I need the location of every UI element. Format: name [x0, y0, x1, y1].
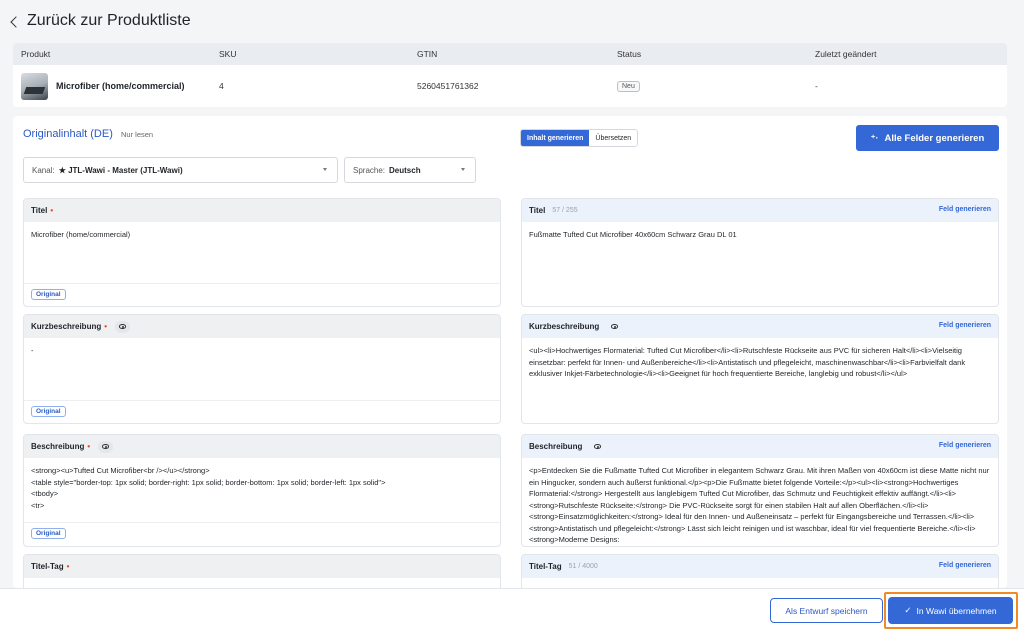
chevron-left-icon	[10, 15, 22, 28]
field-label: Beschreibung	[529, 442, 583, 451]
chevron-down-icon	[323, 168, 327, 171]
generate-field-button[interactable]: Feld generieren	[939, 322, 991, 329]
original-field-title: Titel • Microfiber (home/commercial) Orig…	[23, 198, 501, 307]
eye-icon[interactable]	[607, 321, 622, 333]
save-draft-button[interactable]: Als Entwurf speichern	[770, 598, 883, 623]
product-summary-table: Produkt SKU GTIN Status Zuletzt geändert…	[13, 43, 1007, 107]
gtin-value: 5260451761362	[417, 81, 479, 91]
field-label: Kurzbeschreibung	[529, 322, 600, 331]
readonly-label: Nur lesen	[121, 130, 154, 139]
page-title: Zurück zur Produktliste	[27, 12, 191, 29]
mode-switch: Inhalt generieren Übersetzen	[520, 129, 639, 147]
generated-field-title[interactable]: Titel 57 / 255 Feld generieren Fußmatte T…	[521, 198, 999, 307]
required-marker: •	[104, 322, 108, 331]
original-badge: Original	[31, 289, 66, 300]
char-count: 57 / 255	[552, 207, 578, 214]
field-value[interactable]: Fußmatte Tufted Cut Microfiber 40x60cm S…	[522, 222, 998, 248]
chevron-down-icon	[461, 168, 465, 171]
generated-field-short-description[interactable]: Kurzbeschreibung Feld generieren <ul><li…	[521, 314, 999, 424]
generate-all-label: Alle Felder generieren	[884, 132, 985, 144]
eye-icon[interactable]	[590, 441, 605, 453]
tab-translate[interactable]: Übersetzen	[589, 130, 638, 146]
field-label: Titel	[31, 206, 48, 215]
original-field-short-description: Kurzbeschreibung • - Original	[23, 314, 501, 424]
required-marker: •	[50, 206, 54, 215]
generate-field-button[interactable]: Feld generieren	[939, 562, 991, 569]
column-header: Produkt	[21, 49, 51, 59]
product-name: Microfiber (home/commercial)	[56, 81, 185, 91]
language-select[interactable]: Sprache: Deutsch	[344, 157, 476, 183]
field-value: Microfiber (home/commercial)	[31, 230, 131, 239]
field-value[interactable]: <ul><li>Hochwertiges Flormaterial: Tufte…	[522, 338, 998, 387]
generate-all-fields-button[interactable]: ⁺· Alle Felder generieren	[856, 125, 999, 151]
action-footer: Als Entwurf speichern ✓ In Wawi übernehm…	[0, 588, 1024, 629]
column-header: Status	[617, 49, 642, 59]
column-header: GTIN	[417, 49, 438, 59]
last-changed-value: -	[815, 81, 818, 91]
divider	[24, 400, 500, 401]
original-field-description: Beschreibung • <strong><u>Tufted Cut Micr…	[23, 434, 501, 547]
column-header: Zuletzt geändert	[815, 49, 877, 59]
table-row: Microfiber (home/commercial) 4 526045176…	[13, 65, 1007, 107]
apply-label: In Wawi übernehmen	[916, 605, 997, 616]
apply-to-wawi-button[interactable]: ✓ In Wawi übernehmen	[888, 597, 1013, 624]
eye-icon[interactable]	[115, 320, 131, 333]
divider	[24, 522, 500, 523]
channel-label: Kanal:	[32, 165, 55, 175]
sku-value: 4	[219, 81, 224, 91]
field-label: Beschreibung	[31, 442, 85, 451]
field-value[interactable]: <p>Entdecken Sie die Fußmatte Tufted Cut…	[522, 458, 998, 546]
eye-icon[interactable]	[98, 440, 114, 453]
generate-field-button[interactable]: Feld generieren	[939, 442, 991, 449]
status-badge: Neu	[617, 81, 640, 92]
field-label: Titel-Tag	[529, 562, 562, 571]
field-value: <strong><u>Tufted Cut Microfiber<br /></…	[31, 466, 386, 510]
divider	[24, 283, 500, 284]
language-value: Deutsch	[389, 165, 421, 175]
required-marker: •	[87, 442, 91, 451]
field-label: Titel	[529, 206, 546, 215]
original-content-title: Originalinhalt (DE)	[23, 128, 113, 140]
field-label: Kurzbeschreibung	[31, 322, 102, 331]
column-header: SKU	[219, 49, 237, 59]
field-label: Titel-Tag	[31, 562, 64, 571]
original-badge: Original	[31, 406, 66, 417]
check-icon: ✓	[904, 605, 912, 615]
language-label: Sprache:	[353, 165, 386, 175]
content-editor: Originalinhalt (DE) Nur lesen Inhalt gen…	[13, 116, 1007, 594]
channel-select[interactable]: Kanal: ★ JTL-Wawi - Master (JTL-Wawi)	[23, 157, 338, 183]
back-link[interactable]: Zurück zur Produktliste	[0, 0, 1024, 42]
generate-field-button[interactable]: Feld generieren	[939, 206, 991, 213]
channel-value: ★ JTL-Wawi - Master (JTL-Wawi)	[58, 165, 183, 175]
required-marker: •	[66, 562, 70, 571]
field-value: -	[31, 346, 34, 355]
table-header: Produkt SKU GTIN Status Zuletzt geändert	[13, 43, 1007, 65]
generated-field-description[interactable]: Beschreibung Feld generieren <p>Entdecke…	[521, 434, 999, 547]
tab-generate-content[interactable]: Inhalt generieren	[521, 130, 590, 146]
original-badge: Original	[31, 528, 66, 539]
sparkle-icon: ⁺·	[870, 132, 879, 143]
product-thumbnail	[21, 72, 48, 100]
char-count: 51 / 4000	[568, 563, 598, 570]
